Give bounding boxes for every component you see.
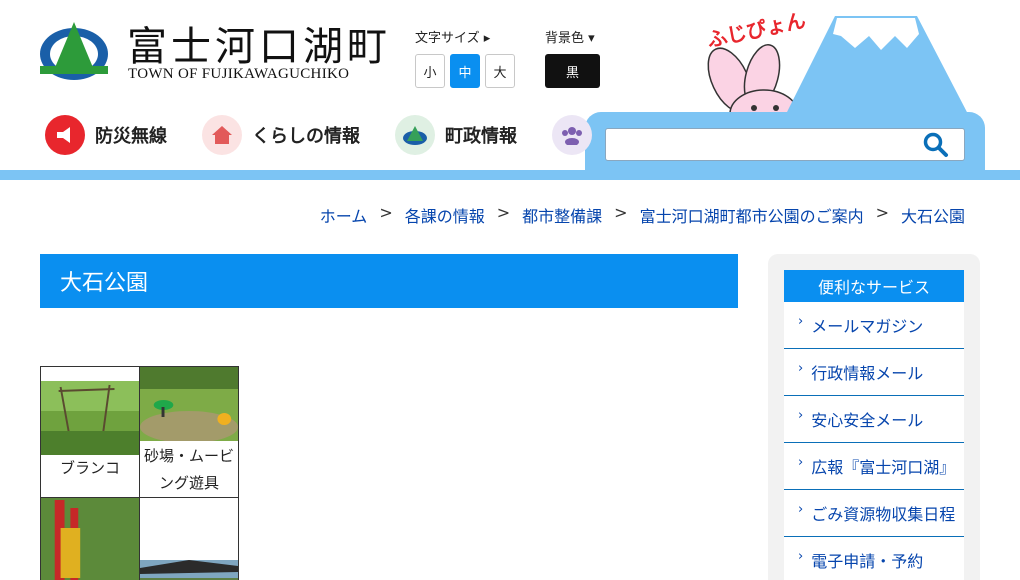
house-icon bbox=[202, 115, 242, 155]
sidebar-list: › メールマガジン › 行政情報メール › 安心安全メール › 広報『富士河口湖』 › ご… bbox=[784, 302, 964, 580]
chevron-right-icon: › bbox=[798, 407, 804, 423]
breadcrumb-urban-planning[interactable]: 都市整備課 bbox=[522, 203, 602, 227]
header-bar bbox=[0, 170, 1020, 180]
sidebar-item-garbage-schedule[interactable]: › ごみ資源物収集日程 bbox=[784, 490, 964, 537]
background-black-button[interactable]: 黒 bbox=[545, 54, 600, 88]
breadcrumb-departments[interactable]: 各課の情報 bbox=[405, 203, 485, 227]
photo-caption-line2: ング遊具 bbox=[158, 474, 219, 492]
font-size-small-button[interactable]: 小 bbox=[415, 54, 445, 88]
site-subtitle: TOWN OF FUJIKAWAGUCHIKO bbox=[128, 66, 350, 82]
site-title[interactable]: 富士河口湖町 bbox=[127, 14, 391, 72]
sidebar-item-mail-magazine[interactable]: › メールマガジン bbox=[784, 302, 964, 349]
chevron-right-icon: › bbox=[798, 501, 804, 517]
nav-label: くらしの情報 bbox=[252, 126, 360, 147]
sidebar-item-safety-mail[interactable]: › 安心安全メール bbox=[784, 396, 964, 443]
breadcrumb: ホーム > 各課の情報 > 都市整備課 > 富士河口湖町都市公園のご案内 > 大石公園 bbox=[319, 203, 965, 227]
background-color-label[interactable]: 背景色 ▾ bbox=[545, 27, 595, 46]
nav-bousai-musen[interactable]: 防災無線 bbox=[45, 115, 167, 155]
nav-people[interactable] bbox=[552, 115, 602, 155]
sandbox-photo[interactable] bbox=[140, 367, 238, 441]
mount-fuji-icon bbox=[785, 16, 969, 116]
sidebar-item-admin-mail[interactable]: › 行政情報メール bbox=[784, 349, 964, 396]
nav-label: 防災無線 bbox=[95, 126, 167, 147]
chevron-right-icon: › bbox=[798, 548, 804, 564]
megaphone-icon bbox=[45, 115, 85, 155]
chevron-right-icon: › bbox=[798, 454, 804, 470]
swing-photo[interactable] bbox=[41, 381, 139, 455]
font-size-label: 文字サイズ ▸ bbox=[415, 31, 491, 46]
people-icon bbox=[552, 115, 592, 155]
slide-photo[interactable] bbox=[41, 498, 139, 580]
sidebar-heading: 便利なサービス bbox=[784, 270, 964, 302]
search-input[interactable] bbox=[605, 128, 965, 161]
page: 富士河口湖町 TOWN OF FUJIKAWAGUCHIKO 文字サイズ ▸ 小… bbox=[0, 0, 1020, 580]
chevron-right-icon: › bbox=[798, 360, 804, 376]
mountain-icon bbox=[395, 115, 435, 155]
photo-cell-sandbox: 砂場・ムービ ング遊具 bbox=[139, 366, 239, 498]
breadcrumb-parks-guide[interactable]: 富士河口湖町都市公園のご案内 bbox=[640, 203, 864, 227]
font-size-medium-button[interactable]: 中 bbox=[450, 54, 480, 88]
photo-cell-shelter bbox=[139, 497, 239, 580]
nav-label: 町政情報 bbox=[445, 126, 517, 147]
page-title: 大石公園 bbox=[40, 254, 738, 308]
sidebar-item-e-application[interactable]: › 電子申請・予約 bbox=[784, 537, 964, 580]
photo-caption-line1: 砂場・ムービ bbox=[143, 447, 234, 465]
nav-kurashi[interactable]: くらしの情報 bbox=[202, 115, 360, 155]
chevron-right-icon: › bbox=[798, 313, 804, 329]
font-size-large-button[interactable]: 大 bbox=[485, 54, 515, 88]
caret-down-icon: ▾ bbox=[588, 31, 595, 46]
caret-right-icon: ▸ bbox=[483, 31, 491, 46]
photo-caption: ブランコ bbox=[59, 459, 120, 477]
search-icon bbox=[923, 132, 948, 157]
sidebar-item-koho[interactable]: › 広報『富士河口湖』 bbox=[784, 443, 964, 490]
search-button[interactable] bbox=[920, 131, 952, 159]
town-logo-icon[interactable] bbox=[38, 20, 110, 82]
photo-cell-slide bbox=[40, 497, 140, 580]
shelter-photo[interactable] bbox=[140, 560, 238, 580]
breadcrumb-current[interactable]: 大石公園 bbox=[901, 203, 965, 227]
photo-cell-swing: ブランコ bbox=[40, 366, 140, 498]
nav-chousei[interactable]: 町政情報 bbox=[395, 115, 517, 155]
breadcrumb-home[interactable]: ホーム bbox=[320, 203, 368, 227]
